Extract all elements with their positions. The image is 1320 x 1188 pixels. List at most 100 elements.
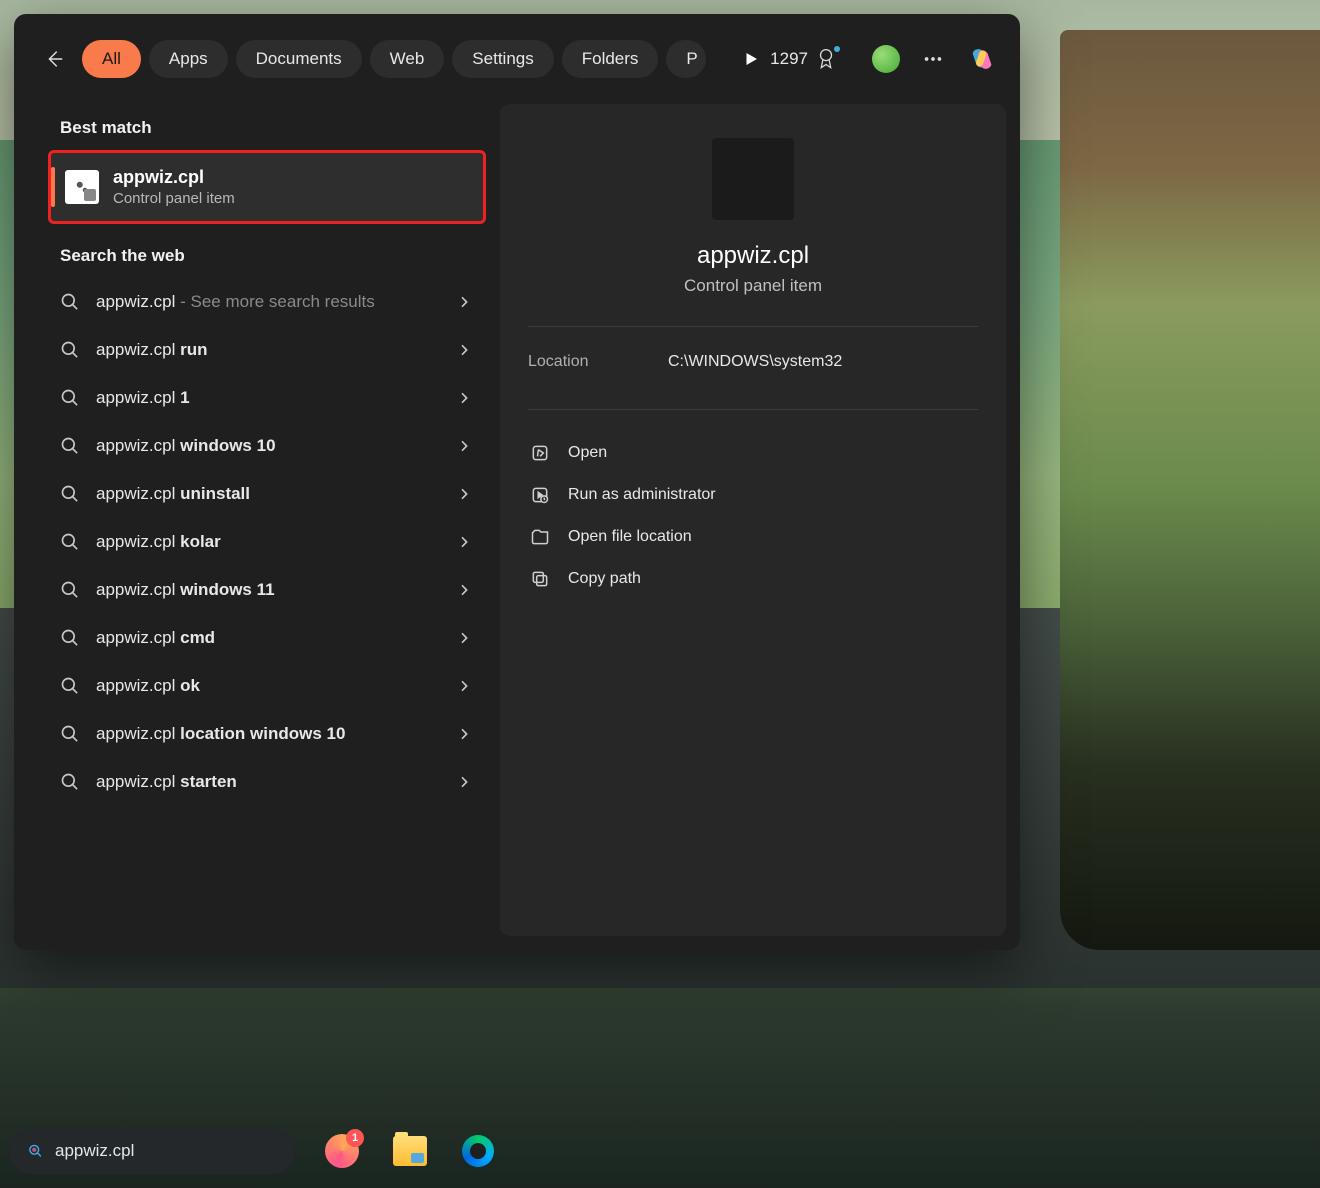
rewards-points[interactable]: 1297 <box>770 48 850 70</box>
header-actions: 1297 <box>770 43 998 75</box>
tab-folders[interactable]: Folders <box>562 40 659 78</box>
web-result-text: appwiz.cpl windows 11 <box>96 580 440 600</box>
web-result-text: appwiz.cpl kolar <box>96 532 440 552</box>
chevron-right-icon <box>456 774 472 790</box>
search-icon <box>60 484 80 504</box>
more-button[interactable] <box>922 48 944 70</box>
location-label: Location <box>528 353 668 371</box>
windows-search-panel: All Apps Documents Web Settings Folders … <box>14 14 1020 950</box>
tab-documents[interactable]: Documents <box>236 40 362 78</box>
search-header: All Apps Documents Web Settings Folders … <box>14 14 1020 104</box>
back-button[interactable] <box>36 41 72 77</box>
web-result[interactable]: appwiz.cpl kolar <box>28 518 486 566</box>
points-value: 1297 <box>770 49 808 69</box>
action-icon <box>530 569 550 589</box>
search-icon <box>60 340 80 360</box>
search-icon <box>60 676 80 696</box>
preview-action[interactable]: Copy path <box>528 558 978 600</box>
chevron-right-icon <box>456 630 472 646</box>
web-result[interactable]: appwiz.cpl 1 <box>28 374 486 422</box>
chevron-right-icon <box>456 438 472 454</box>
web-result-text: appwiz.cpl run <box>96 340 440 360</box>
search-icon <box>60 436 80 456</box>
best-match-title: appwiz.cpl <box>113 167 235 188</box>
best-match-label: Best match <box>28 104 486 150</box>
action-icon <box>530 527 550 547</box>
copilot-icon[interactable] <box>966 43 998 75</box>
search-icon <box>60 388 80 408</box>
notification-badge: 1 <box>346 1129 364 1147</box>
web-result-text: appwiz.cpl ok <box>96 676 440 696</box>
chevron-right-icon <box>456 294 472 310</box>
preview-actions: Open Run as administrator Open file locati… <box>528 432 978 600</box>
medal-icon <box>816 48 836 70</box>
web-result[interactable]: appwiz.cpl run <box>28 326 486 374</box>
search-input[interactable] <box>55 1141 276 1161</box>
chevron-right-icon <box>456 534 472 550</box>
web-result-text: appwiz.cpl uninstall <box>96 484 440 504</box>
chevron-right-icon <box>456 342 472 358</box>
search-icon <box>60 532 80 552</box>
web-result-text: appwiz.cpl windows 10 <box>96 436 440 456</box>
chevron-right-icon <box>456 678 472 694</box>
web-result-text: appwiz.cpl cmd <box>96 628 440 648</box>
action-label: Open <box>568 444 607 462</box>
chevron-right-icon <box>456 486 472 502</box>
web-result[interactable]: appwiz.cpl uninstall <box>28 470 486 518</box>
best-match-subtitle: Control panel item <box>113 190 235 207</box>
taskbar-app-1[interactable]: 1 <box>322 1131 362 1171</box>
chevron-right-icon <box>456 582 472 598</box>
taskbar-file-explorer[interactable] <box>390 1131 430 1171</box>
tab-apps[interactable]: Apps <box>149 40 228 78</box>
search-icon <box>60 292 80 312</box>
taskbar-edge[interactable] <box>458 1131 498 1171</box>
preview-title: appwiz.cpl <box>528 242 978 270</box>
web-result[interactable]: appwiz.cpl location windows 10 <box>28 710 486 758</box>
cpl-file-icon <box>65 170 99 204</box>
preview-action[interactable]: Open <box>528 432 978 474</box>
web-result[interactable]: appwiz.cpl - See more search results <box>28 278 486 326</box>
play-icon[interactable] <box>742 50 760 68</box>
taskbar-search[interactable] <box>10 1128 294 1174</box>
web-result-text: appwiz.cpl 1 <box>96 388 440 408</box>
action-icon <box>530 485 550 505</box>
web-result[interactable]: appwiz.cpl windows 11 <box>28 566 486 614</box>
web-result[interactable]: appwiz.cpl starten <box>28 758 486 806</box>
action-label: Run as administrator <box>568 486 716 504</box>
web-result-text: appwiz.cpl - See more search results <box>96 292 440 312</box>
search-icon <box>28 1140 43 1162</box>
best-match-result[interactable]: appwiz.cpl Control panel item <box>48 150 486 224</box>
tab-settings[interactable]: Settings <box>452 40 553 78</box>
tab-web[interactable]: Web <box>370 40 445 78</box>
web-result-text: appwiz.cpl starten <box>96 772 440 792</box>
tab-all[interactable]: All <box>82 40 141 78</box>
wallpaper <box>1060 30 1320 950</box>
results-column: Best match appwiz.cpl Control panel item… <box>28 104 486 936</box>
search-web-label: Search the web <box>28 232 486 278</box>
preview-action[interactable]: Run as administrator <box>528 474 978 516</box>
location-value: C:\WINDOWS\system32 <box>668 353 842 371</box>
web-result[interactable]: appwiz.cpl cmd <box>28 614 486 662</box>
preview-location: Location C:\WINDOWS\system32 <box>528 345 978 379</box>
preview-icon <box>712 138 794 220</box>
web-results-list: appwiz.cpl - See more search results app… <box>28 278 486 806</box>
search-icon <box>60 724 80 744</box>
preview-action[interactable]: Open file location <box>528 516 978 558</box>
action-icon <box>530 443 550 463</box>
search-icon <box>60 628 80 648</box>
filter-tabs: All Apps Documents Web Settings Folders … <box>82 40 732 78</box>
taskbar: 1 <box>0 1114 1320 1188</box>
action-label: Open file location <box>568 528 692 546</box>
chevron-right-icon <box>456 726 472 742</box>
preview-pane: appwiz.cpl Control panel item Location C… <box>500 104 1006 936</box>
web-result-text: appwiz.cpl location windows 10 <box>96 724 440 744</box>
user-avatar[interactable] <box>872 45 900 73</box>
action-label: Copy path <box>568 570 641 588</box>
tab-more[interactable]: P <box>666 40 705 78</box>
web-result[interactable]: appwiz.cpl ok <box>28 662 486 710</box>
preview-subtitle: Control panel item <box>528 276 978 296</box>
web-result[interactable]: appwiz.cpl windows 10 <box>28 422 486 470</box>
chevron-right-icon <box>456 390 472 406</box>
search-icon <box>60 580 80 600</box>
search-icon <box>60 772 80 792</box>
